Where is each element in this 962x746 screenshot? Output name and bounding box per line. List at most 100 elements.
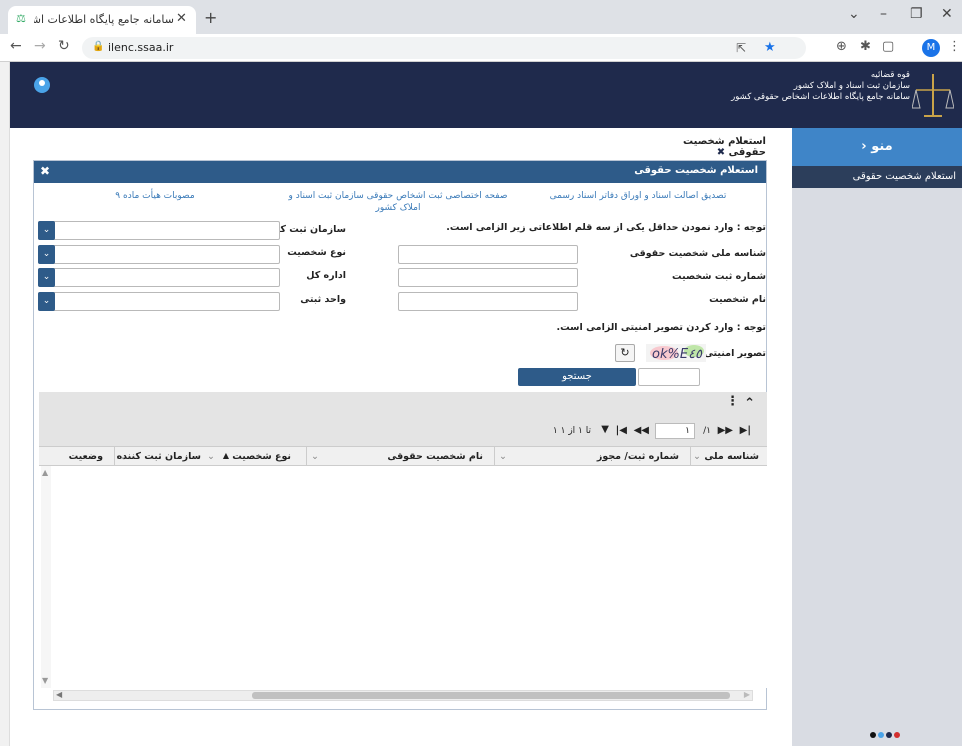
column-menu-icon[interactable]: ⌄ bbox=[311, 451, 319, 462]
sidebar-item-legal-inquiry[interactable]: استعلام شخصیت حقوقی bbox=[792, 166, 962, 188]
extension-globe-icon[interactable]: ⊕ bbox=[836, 39, 847, 54]
dialog-title: استعلام شخصیت حقوقی bbox=[634, 165, 758, 176]
org-line-1: قوه قضائیه bbox=[870, 70, 910, 80]
column-separator bbox=[114, 447, 115, 465]
tab-close-icon[interactable]: ✕ bbox=[176, 11, 187, 26]
header-org-text: قوه قضائیه سازمان ثبت اسناد و املاک کشور… bbox=[731, 70, 910, 103]
page-number-value: ۱ bbox=[685, 426, 690, 436]
horizontal-scroll-thumb[interactable] bbox=[252, 692, 730, 699]
maximize-icon[interactable]: ❐ bbox=[910, 6, 923, 22]
browser-tab-bar: ⚖ سامانه جامع پایگاه اطلاعات اشخاص ✕ + ⌄… bbox=[0, 0, 962, 34]
right-sidebar: › منو استعلام شخصیت حقوقی bbox=[792, 128, 962, 746]
side-panel-icon[interactable]: ▢ bbox=[882, 39, 894, 54]
registrar-org-select[interactable] bbox=[38, 221, 280, 240]
column-header-registrar-org[interactable]: سازمان ثبت کننده bbox=[117, 451, 201, 462]
sort-ascending-icon[interactable]: ▲ bbox=[223, 451, 229, 460]
captcha-text: ok%E٤٥ bbox=[652, 347, 703, 362]
grid-options-icon[interactable]: ⋮ bbox=[726, 394, 739, 409]
lock-icon: 🔒 bbox=[92, 41, 105, 52]
last-page-icon[interactable]: ▶| bbox=[740, 425, 751, 436]
collapse-chevron-up-icon[interactable]: ⌃ bbox=[744, 396, 755, 411]
page-scrollbar[interactable] bbox=[0, 62, 10, 746]
close-window-icon[interactable]: ✕ bbox=[941, 6, 953, 22]
national-id-label: شناسه ملی شخصیت حقوقی bbox=[629, 248, 766, 259]
forward-icon[interactable]: → bbox=[34, 38, 46, 54]
next-page-icon[interactable]: ▶▶ bbox=[718, 425, 733, 436]
entity-type-label: نوع شخصیت bbox=[287, 247, 346, 258]
column-header-entity-type[interactable]: نوع شخصیت bbox=[232, 451, 291, 462]
chevron-down-icon[interactable]: ⌄ bbox=[38, 245, 55, 264]
reload-icon[interactable]: ↻ bbox=[58, 38, 70, 54]
new-tab-icon[interactable]: + bbox=[204, 8, 217, 27]
search-button[interactable]: جستجو bbox=[518, 368, 636, 386]
column-menu-icon[interactable]: ⌄ bbox=[207, 451, 215, 462]
scroll-right-icon[interactable]: ▶ bbox=[744, 690, 750, 699]
general-office-label: اداره کل bbox=[306, 270, 346, 281]
dialog-close-icon[interactable]: ✖ bbox=[40, 164, 50, 178]
first-page-icon[interactable]: |◀ bbox=[616, 425, 627, 436]
registration-number-label: شماره ثبت شخصیت bbox=[672, 271, 766, 282]
page-of-text: /۱ bbox=[703, 426, 711, 436]
column-header-status[interactable]: وضعیت bbox=[69, 451, 103, 462]
column-menu-icon[interactable]: ⌄ bbox=[499, 451, 507, 462]
extensions-icon[interactable]: ✱ bbox=[860, 39, 871, 54]
dot-indicator[interactable] bbox=[894, 732, 900, 738]
grid-header: شناسه ملی ⌄ شماره ثبت/ مجوز ⌄ نام شخصیت … bbox=[39, 446, 767, 466]
filter-icon[interactable]: ▼ bbox=[601, 424, 609, 435]
user-icon[interactable] bbox=[34, 77, 50, 93]
entity-name-input[interactable] bbox=[398, 292, 578, 311]
tab-title: سامانه جامع پایگاه اطلاعات اشخاص bbox=[34, 13, 174, 26]
entity-type-select[interactable] bbox=[38, 245, 280, 264]
captcha-image: ok%E٤٥ bbox=[624, 342, 710, 364]
scroll-down-icon[interactable]: ▼ bbox=[42, 676, 48, 685]
page-number-input[interactable]: ۱ bbox=[655, 423, 695, 439]
previous-page-icon[interactable]: ◀◀ bbox=[634, 425, 649, 436]
captcha-input[interactable] bbox=[638, 368, 700, 386]
scroll-up-icon[interactable]: ▲ bbox=[42, 468, 48, 477]
page-tab-label: استعلام شخصیت حقوقی bbox=[683, 136, 766, 158]
chevron-down-icon[interactable]: ⌄ bbox=[38, 268, 55, 287]
browser-menu-icon[interactable]: ⋮ bbox=[948, 39, 961, 54]
column-menu-icon[interactable]: ⌄ bbox=[693, 451, 701, 462]
entity-name-label: نام شخصیت bbox=[709, 294, 766, 305]
chevron-down-icon[interactable]: ⌄ bbox=[38, 292, 55, 311]
scroll-left-icon[interactable]: ◀ bbox=[56, 690, 62, 699]
general-office-select[interactable] bbox=[38, 268, 280, 287]
share-icon[interactable]: ⇱ bbox=[736, 41, 746, 55]
bookmark-star-icon[interactable]: ★ bbox=[764, 40, 776, 55]
national-id-input[interactable] bbox=[398, 245, 578, 264]
dialog-titlebar: استعلام شخصیت حقوقی ✖ bbox=[34, 161, 766, 183]
tab-search-icon[interactable]: ⌄ bbox=[848, 6, 860, 22]
site-favicon-icon: ⚖ bbox=[16, 12, 26, 25]
column-menu-icon[interactable]: ⌄ bbox=[119, 451, 127, 462]
registration-number-input[interactable] bbox=[398, 268, 578, 287]
back-icon[interactable]: ← bbox=[10, 38, 22, 54]
grid-toolbar: ⌃ ⋮ ▶| ▶▶ /۱ ۱ ◀◀ |◀ ▼ ۱ تا ۱ از ۱ bbox=[39, 392, 767, 446]
column-header-registration-number[interactable]: شماره ثبت/ مجوز bbox=[597, 451, 679, 462]
browser-tab[interactable]: ⚖ سامانه جامع پایگاه اطلاعات اشخاص ✕ bbox=[8, 6, 196, 34]
link-article9-resolutions[interactable]: مصوبات هیأت ماده ۹ bbox=[60, 190, 250, 202]
menu-header[interactable]: › منو bbox=[792, 128, 962, 166]
page-tab-close-icon[interactable]: ✖ bbox=[717, 147, 725, 158]
dot-indicator[interactable] bbox=[870, 732, 876, 738]
menu-title: منو bbox=[871, 139, 893, 154]
chevron-down-icon[interactable]: ⌄ bbox=[38, 221, 55, 240]
column-header-entity-name[interactable]: نام شخصیت حقوقی bbox=[387, 451, 483, 462]
link-legal-entity-page[interactable]: صفحه اختصاصی ثبت اشخاص حقوقی سازمان ثبت … bbox=[280, 190, 516, 214]
page-tab[interactable]: استعلام شخصیت حقوقی ✖ bbox=[654, 136, 766, 158]
grid-horizontal-scrollbar[interactable]: ◀ ▶ bbox=[53, 690, 753, 701]
url-field[interactable]: 🔒 ilenc.ssaa.ir ⇱ ★ bbox=[82, 37, 806, 59]
org-line-2: سازمان ثبت اسناد و املاک کشور bbox=[793, 81, 910, 91]
registry-unit-label: واحد ثبتی bbox=[300, 294, 346, 305]
dot-indicator[interactable] bbox=[886, 732, 892, 738]
captcha-refresh-icon[interactable]: ↻ bbox=[615, 344, 635, 362]
profile-avatar[interactable]: M bbox=[922, 39, 940, 57]
dot-indicator[interactable] bbox=[878, 732, 884, 738]
captcha-label: تصویر امنیتی bbox=[703, 348, 766, 359]
column-header-national-id[interactable]: شناسه ملی bbox=[704, 451, 759, 462]
minimize-icon[interactable]: – bbox=[880, 6, 887, 22]
link-document-authenticity[interactable]: تصدیق اصالت اسناد و اوراق دفاتر اسناد رس… bbox=[520, 190, 756, 202]
grid-vertical-scrollbar[interactable]: ▲ ▼ bbox=[41, 466, 51, 688]
menu-chevron-icon: › bbox=[861, 139, 867, 154]
registry-unit-select[interactable] bbox=[38, 292, 280, 311]
